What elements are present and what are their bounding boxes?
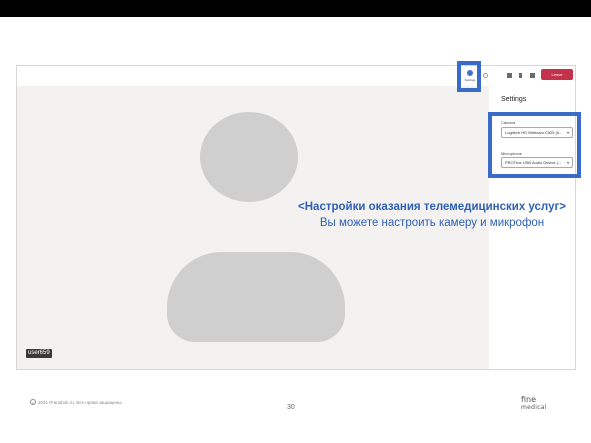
caption-title: <Настройки оказания телемедицинских услу… bbox=[298, 201, 566, 213]
copyright-text: 2021 Pranabok.ru. Все права защищены. bbox=[38, 399, 123, 405]
call-header: Settings Leave bbox=[17, 66, 575, 86]
caption-subtitle: Вы можете настроить камеру и микрофон bbox=[319, 217, 545, 229]
avatar-head-placeholder bbox=[200, 112, 298, 202]
copyright-icon: c bbox=[30, 399, 36, 405]
copyright: c 2021 Pranabok.ru. Все права защищены. bbox=[30, 399, 123, 405]
top-black-bar bbox=[0, 0, 591, 17]
avatar-body-placeholder bbox=[167, 252, 345, 342]
slide: Settings Leave user659 Settings Camera L… bbox=[0, 0, 591, 443]
logo-line-2: medical bbox=[521, 404, 547, 411]
share-screen-icon[interactable] bbox=[530, 73, 535, 78]
settings-button-highlight bbox=[457, 61, 481, 92]
microphone-icon[interactable] bbox=[519, 73, 522, 78]
leave-button[interactable]: Leave bbox=[541, 69, 573, 80]
slide-caption: <Настройки оказания телемедицинских услу… bbox=[272, 199, 591, 231]
device-settings-highlight bbox=[488, 112, 581, 178]
camera-icon[interactable] bbox=[507, 73, 512, 78]
participant-name-badge: user659 bbox=[26, 349, 52, 358]
logo-line-1: fine bbox=[521, 395, 537, 404]
company-logo: fine medical bbox=[521, 396, 547, 412]
info-icon[interactable] bbox=[483, 73, 488, 78]
page-number: 30 bbox=[287, 404, 295, 411]
settings-title: Settings bbox=[501, 96, 527, 103]
